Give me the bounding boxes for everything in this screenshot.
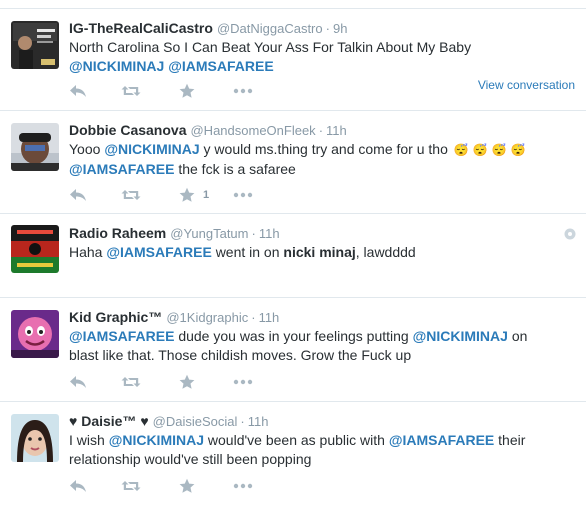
mention-link[interactable]: @IAMSAFAREE xyxy=(389,432,494,448)
sleeping-emoji: 😴 xyxy=(510,143,526,157)
tweet-text: @IAMSAFAREE dude you was in your feeling… xyxy=(69,327,559,365)
separator: · xyxy=(251,310,256,325)
mention-link[interactable]: @IAMSAFAREE xyxy=(106,244,211,260)
tweet-text: I wish @NICKIMINAJ would've been as publ… xyxy=(69,431,559,469)
text-segment: , lawdddd xyxy=(355,244,416,260)
text-segment: the fck is a safaree xyxy=(178,161,296,177)
fullname[interactable]: ♥ Daisie™ ♥ xyxy=(69,413,149,429)
timestamp[interactable]: 11h xyxy=(326,123,347,138)
more-icon[interactable] xyxy=(233,83,253,101)
separator: · xyxy=(325,21,330,36)
sleeping-emoji: 😴 xyxy=(472,143,488,157)
reply-icon[interactable] xyxy=(69,83,87,101)
retweet-icon[interactable] xyxy=(121,478,141,496)
reply-icon[interactable] xyxy=(69,187,87,205)
timestamp[interactable]: 11h xyxy=(259,310,280,325)
text-segment: would've been as public with xyxy=(207,432,385,448)
separator: · xyxy=(251,226,256,241)
reply-icon[interactable] xyxy=(69,374,87,392)
tweet-header: Radio Raheem @YungTatum · 11h xyxy=(69,224,280,243)
retweet-icon[interactable] xyxy=(121,374,141,392)
mention-link[interactable]: @NICKIMINAJ xyxy=(109,432,204,448)
star-icon[interactable] xyxy=(179,83,195,101)
username[interactable]: @HandsomeOnFleek xyxy=(190,123,315,138)
tweet[interactable]: Kid Graphic™ @1Kidgraphic · 11h @IAMSAFAREE… xyxy=(0,297,586,401)
text-segment: went in on xyxy=(215,244,280,260)
avatar[interactable] xyxy=(11,310,59,358)
sleeping-emoji: 😴 xyxy=(453,143,469,157)
tweet[interactable]: Radio Raheem @YungTatum · 11h Haha @IAMSAFA… xyxy=(0,213,586,297)
username[interactable]: @1Kidgraphic xyxy=(166,310,248,325)
more-icon[interactable] xyxy=(233,187,253,205)
username[interactable]: @DaisieSocial xyxy=(153,414,238,429)
tweet-text: Haha @IAMSAFAREE went in on nicki minaj,… xyxy=(69,243,559,262)
avatar[interactable] xyxy=(11,414,59,462)
separator: · xyxy=(318,123,324,138)
fullname[interactable]: Dobbie Casanova xyxy=(69,122,186,138)
reply-icon[interactable] xyxy=(69,478,87,496)
mention-link[interactable]: @IAMSAFAREE xyxy=(168,58,273,74)
username[interactable]: @YungTatum xyxy=(170,226,248,241)
tweet-text: Yooo @NICKIMINAJ y would ms.thing try an… xyxy=(69,140,559,179)
mention-link[interactable]: @IAMSAFAREE xyxy=(69,161,174,177)
bold-text: nicki minaj xyxy=(283,244,356,260)
tweet-header: Dobbie Casanova @HandsomeOnFleek · 11h xyxy=(69,121,347,140)
timestamp[interactable]: 11h xyxy=(259,226,280,241)
mention-link[interactable]: @NICKIMINAJ xyxy=(104,141,199,157)
fullname[interactable]: IG-TheRealCaliCastro xyxy=(69,20,213,36)
tweet-header: Kid Graphic™ @1Kidgraphic · 11h xyxy=(69,308,279,327)
tweet-header: ♥ Daisie™ ♥ @DaisieSocial · 11h xyxy=(69,412,268,431)
separator: · xyxy=(240,414,245,429)
text-segment: Yooo xyxy=(69,141,101,157)
tweet[interactable]: Dobbie Casanova @HandsomeOnFleek · 11h Yooo… xyxy=(0,110,586,213)
star-icon[interactable] xyxy=(179,187,195,205)
retweet-icon[interactable] xyxy=(121,83,141,101)
avatar[interactable] xyxy=(11,225,59,273)
fullname[interactable]: Kid Graphic™ xyxy=(69,309,162,325)
sleeping-emoji: 😴 xyxy=(491,143,507,157)
retweet-icon[interactable] xyxy=(121,187,141,205)
more-icon[interactable] xyxy=(233,374,253,392)
text-segment: Haha xyxy=(69,244,103,260)
mention-link[interactable]: @IAMSAFAREE xyxy=(69,328,174,344)
timestamp[interactable]: 11h xyxy=(248,414,269,429)
favorite-count: 1 xyxy=(203,189,210,201)
tweet-text: North Carolina So I Can Beat Your Ass Fo… xyxy=(69,38,559,76)
mention-link[interactable]: @NICKIMINAJ xyxy=(69,58,164,74)
fullname[interactable]: Radio Raheem xyxy=(69,225,166,241)
text-segment: dude you was in your feelings putting xyxy=(178,328,409,344)
star-icon[interactable] xyxy=(179,374,195,392)
tweet[interactable]: IG-TheRealCaliCastro @DatNiggaCastro · 9h N… xyxy=(0,8,586,110)
star-icon[interactable] xyxy=(179,478,195,496)
text-segment: y would ms.thing try and come for u tho xyxy=(203,141,448,157)
username[interactable]: @DatNiggaCastro xyxy=(217,21,323,36)
timestamp[interactable]: 9h xyxy=(333,21,347,36)
gear-icon[interactable] xyxy=(564,227,576,240)
text-segment: North Carolina So I Can Beat Your Ass Fo… xyxy=(69,39,472,55)
view-conversation-link[interactable]: View conversation xyxy=(478,78,575,92)
text-segment: I wish xyxy=(69,432,105,448)
tweet[interactable]: ♥ Daisie™ ♥ @DaisieSocial · 11h I wish @NIC… xyxy=(0,401,586,511)
avatar[interactable] xyxy=(11,123,59,171)
mention-link[interactable]: @NICKIMINAJ xyxy=(413,328,508,344)
more-icon[interactable] xyxy=(233,478,253,496)
avatar[interactable] xyxy=(11,21,59,69)
tweet-header: IG-TheRealCaliCastro @DatNiggaCastro · 9h xyxy=(69,19,347,38)
timeline: IG-TheRealCaliCastro @DatNiggaCastro · 9h N… xyxy=(0,0,586,511)
